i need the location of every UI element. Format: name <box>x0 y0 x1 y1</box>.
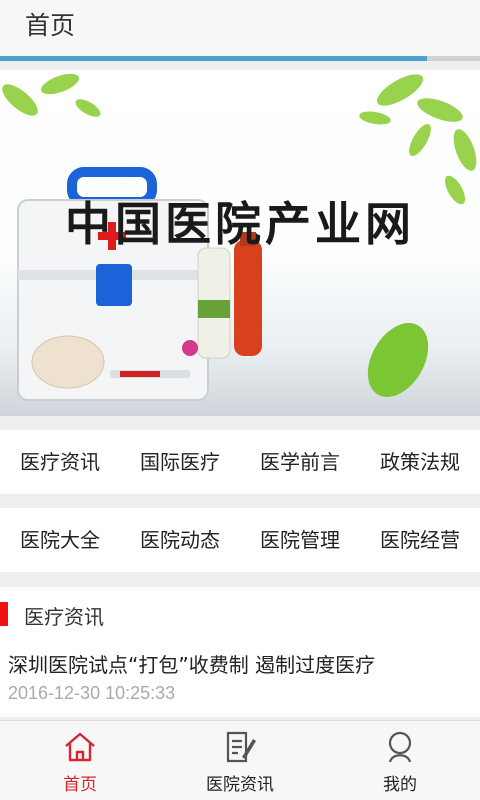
user-icon <box>388 731 412 763</box>
tab-home[interactable]: 首页 <box>0 721 160 800</box>
category-item[interactable]: 政策法规 <box>360 430 480 494</box>
section-accent-bar <box>0 602 8 626</box>
category-item[interactable]: 医院管理 <box>240 508 360 572</box>
category-item[interactable]: 医疗资讯 <box>0 430 120 494</box>
news-title[interactable]: 深圳医院试点“打包”收费制 遏制过度医疗 <box>8 649 375 678</box>
progress-fill <box>0 56 428 61</box>
news-time: 2016-12-30 10:25:33 <box>8 683 176 703</box>
category-row-2: 医院大全 医院动态 医院管理 医院经营 <box>0 508 480 572</box>
page-title: 首页 <box>25 11 76 40</box>
banner-carousel[interactable]: 中国医院产业网 <box>0 70 480 416</box>
tab-home-label: 首页 <box>63 775 97 795</box>
tab-profile-label: 我的 <box>383 775 417 795</box>
top-bar: 首页 <box>0 0 480 56</box>
category-item[interactable]: 国际医疗 <box>120 430 240 494</box>
banner-title: 中国医院产业网 <box>65 197 415 251</box>
category-item[interactable]: 医院经营 <box>360 508 480 572</box>
category-item[interactable]: 医学前言 <box>240 430 360 494</box>
news-section: 医疗资讯 深圳医院试点“打包”收费制 遏制过度医疗 2016-12-30 10:… <box>0 587 480 717</box>
bottom-tab-bar: 首页 医院资讯 我的 <box>0 720 480 800</box>
tab-profile[interactable]: 我的 <box>320 721 480 800</box>
category-item[interactable]: 医院大全 <box>0 508 120 572</box>
category-row-1: 医疗资讯 国际医疗 医学前言 政策法规 <box>0 430 480 494</box>
section-title: 医疗资讯 <box>24 605 104 629</box>
page-load-progress <box>0 56 480 61</box>
home-icon <box>65 732 95 762</box>
category-item[interactable]: 医院动态 <box>120 508 240 572</box>
tab-hospital-news-label: 医院资讯 <box>206 775 274 795</box>
tab-hospital-news[interactable]: 医院资讯 <box>160 721 320 800</box>
document-edit-icon <box>226 731 256 763</box>
